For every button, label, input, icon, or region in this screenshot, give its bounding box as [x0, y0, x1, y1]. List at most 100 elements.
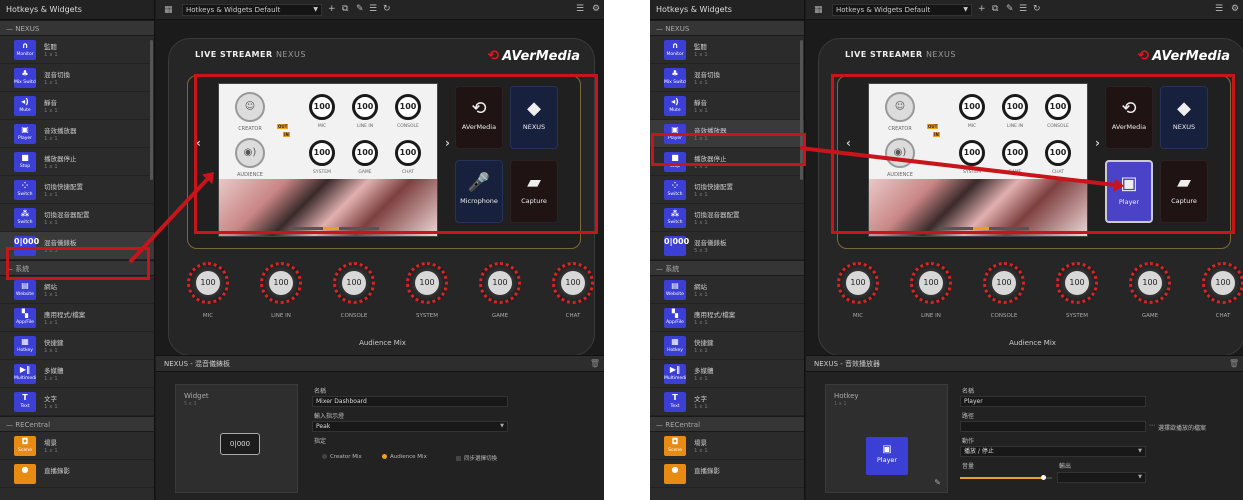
action-select[interactable]: 播放 / 停止 ▼ — [960, 446, 1146, 457]
sidebar-widget-item[interactable]: ▦ Hotkey 快捷鍵 1 x 1 — [650, 332, 804, 360]
sidebar-widget-item[interactable]: ∩ Monitor 監聽 1 x 1 — [0, 36, 154, 64]
settings-icon[interactable]: ⚙ — [592, 4, 600, 14]
sidebar-widget-item[interactable]: ◘ Scene 場景 1 x 1 — [0, 432, 154, 460]
sidebar-group-header[interactable]: — RECentral — [650, 416, 804, 432]
chevron-right-icon[interactable]: › — [1095, 136, 1100, 150]
hardware-volume-knob[interactable]: 100 — [406, 262, 448, 304]
hardware-volume-knob[interactable]: 100 — [479, 262, 521, 304]
name-field[interactable]: Player — [960, 396, 1146, 407]
add-icon[interactable]: + — [978, 4, 986, 14]
knob-channel-label: CHAT — [565, 313, 581, 319]
touch-key[interactable]: ◆ NEXUS — [1160, 86, 1208, 149]
profile-select[interactable]: Hotkeys & Widgets Default ▼ — [832, 4, 972, 16]
icon-glyph: 0|000 — [664, 237, 690, 246]
hardware-volume-knob[interactable]: 100 — [260, 262, 302, 304]
sidebar-scrollbar[interactable] — [800, 40, 803, 180]
touch-key[interactable]: ▣ Player — [1105, 160, 1153, 223]
sidebar-widget-item[interactable]: 0|000 混音儀錶板 5 x 3 — [0, 232, 154, 260]
audience-mix-radio[interactable]: Audience Mix — [382, 454, 427, 460]
sidebar-widget-item[interactable]: ⁂ Switch 切換混音器配置 1 x 1 — [0, 204, 154, 232]
touch-key[interactable]: ◆ NEXUS — [510, 86, 558, 149]
hardware-volume-knob[interactable]: 100 — [1056, 262, 1098, 304]
sync-checkbox[interactable]: 同步選擇切換 — [456, 454, 497, 462]
output-select[interactable]: ▼ — [1057, 472, 1146, 483]
sidebar-widget-item[interactable]: 0|000 混音儀錶板 5 x 3 — [650, 232, 804, 260]
hardware-volume-knob[interactable]: 100 — [1129, 262, 1171, 304]
sidebar-widget-item[interactable]: ◂) Mute 靜音 1 x 1 — [650, 92, 804, 120]
hardware-volume-knob[interactable]: 100 — [552, 262, 594, 304]
sidebar-widget-item[interactable]: ⁘ Switch 切換快捷配置 1 x 1 — [0, 176, 154, 204]
sidebar-widget-item[interactable]: ▚ App/File 應用程式/檔案 1 x 1 — [650, 304, 804, 332]
sidebar-widget-item[interactable]: ■ Stop 播放器停止 1 x 1 — [650, 148, 804, 176]
sidebar-group-header[interactable]: — 系統 — [650, 260, 804, 276]
sidebar-group-header[interactable]: — NEXUS — [0, 20, 154, 36]
duplicate-icon[interactable]: ⧉ — [992, 4, 998, 14]
path-field[interactable] — [960, 421, 1146, 432]
sidebar-widget-item[interactable]: ∩ Monitor 監聽 1 x 1 — [650, 36, 804, 64]
trash-icon[interactable]: 🗑 — [590, 356, 600, 372]
sidebar-widget-item[interactable]: ♣ Mix Switch 混音切換 1 x 1 — [650, 64, 804, 92]
list-icon[interactable]: ☰ — [1215, 4, 1223, 14]
list-icon[interactable]: ☰ — [576, 4, 584, 14]
chevron-left-icon[interactable]: ‹ — [846, 136, 851, 150]
chevron-right-icon[interactable]: › — [445, 136, 450, 150]
sidebar-group-header[interactable]: — 系統 — [0, 260, 154, 276]
pencil-icon[interactable]: ✎ — [934, 478, 941, 487]
input-indicator-select[interactable]: Peak ▼ — [312, 421, 508, 432]
import-icon[interactable]: ☰ — [369, 4, 377, 14]
edit-icon[interactable]: ✎ — [356, 4, 364, 14]
hardware-volume-knob[interactable]: 100 — [1202, 262, 1243, 304]
mixer-dashboard-screen[interactable]: ☺ CREATOR ◉) AUDIENCE OUT IN 100 MIC 100 LINE IN 1… — [218, 83, 438, 237]
sidebar-widget-item[interactable]: ▤ Website 網站 1 x 1 — [0, 276, 154, 304]
touch-key[interactable]: 🎤 Microphone — [455, 160, 503, 223]
touch-key[interactable]: ▰ Capture — [510, 160, 558, 223]
sidebar-widget-item[interactable]: ▣ Player 音效播放器 1 x 1 — [650, 120, 804, 148]
hardware-volume-knob[interactable]: 100 — [333, 262, 375, 304]
sidebar-widget-item[interactable]: ▶‖ Multimedia 多媒體1 x 1 — [650, 360, 804, 388]
refresh-icon[interactable]: ↻ — [1033, 4, 1041, 14]
edit-icon[interactable]: ✎ — [1006, 4, 1014, 14]
sidebar-widget-item[interactable]: ⁂ Switch 切換混音器配置 1 x 1 — [650, 204, 804, 232]
settings-icon[interactable]: ⚙ — [1231, 4, 1239, 14]
duplicate-icon[interactable]: ⧉ — [342, 4, 348, 14]
sidebar-group-header[interactable]: — RECentral — [0, 416, 154, 432]
chevron-left-icon[interactable]: ‹ — [196, 136, 201, 150]
sidebar-widget-item[interactable]: ◘ Scene 場景 1 x 1 — [650, 432, 804, 460]
sidebar-widget-item[interactable]: ▣ Player 音效播放器 1 x 1 — [0, 120, 154, 148]
knob-channel-label: GAME — [1141, 313, 1159, 319]
hardware-volume-knob[interactable]: 100 — [910, 262, 952, 304]
sidebar-widget-item[interactable]: ■ Stop 播放器停止 1 x 1 — [0, 148, 154, 176]
hardware-volume-knob[interactable]: 100 — [837, 262, 879, 304]
sidebar-widget-item[interactable]: ● 直播錄影 — [0, 460, 154, 488]
hardware-volume-knob[interactable]: 100 — [187, 262, 229, 304]
add-icon[interactable]: + — [328, 4, 336, 14]
import-icon[interactable]: ☰ — [1019, 4, 1027, 14]
sidebar-widget-item[interactable]: ▤ Website 網站 1 x 1 — [650, 276, 804, 304]
touch-key[interactable]: ▰ Capture — [1160, 160, 1208, 223]
radio-label: Creator Mix — [330, 454, 362, 460]
browse-button[interactable]: ⋯ — [1149, 422, 1155, 429]
sidebar-scrollbar[interactable] — [150, 40, 153, 180]
mixer-dashboard-screen[interactable]: ☺ CREATOR ◉) AUDIENCE OUT IN 100 MIC 100 LINE IN 1… — [868, 83, 1088, 237]
volume-slider[interactable] — [960, 475, 1052, 480]
sidebar-widget-item[interactable]: ♣ Mix Switch 混音切換 1 x 1 — [0, 64, 154, 92]
touch-key[interactable]: ⟲ AVerMedia — [455, 86, 503, 149]
sidebar-widget-item[interactable]: ⁘ Switch 切換快捷配置 1 x 1 — [650, 176, 804, 204]
sidebar-widget-item[interactable]: ▶‖ Multimedia 多媒體1 x 1 — [0, 360, 154, 388]
name-field[interactable]: Mixer Dashboard — [312, 396, 508, 407]
creator-mix-radio[interactable]: Creator Mix — [322, 454, 362, 460]
sidebar-widget-item[interactable]: ◂) Mute 靜音 1 x 1 — [0, 92, 154, 120]
widget-name: 切換快捷配置 — [694, 183, 733, 191]
touch-key[interactable]: ⟲ AVerMedia — [1105, 86, 1153, 149]
profile-select[interactable]: Hotkeys & Widgets Default ▼ — [182, 4, 322, 16]
sidebar-widget-item[interactable]: ▚ App/File 應用程式/檔案 1 x 1 — [0, 304, 154, 332]
sidebar-group-header[interactable]: — NEXUS — [650, 20, 804, 36]
volume-handle[interactable] — [1040, 475, 1046, 480]
hardware-volume-knob[interactable]: 100 — [983, 262, 1025, 304]
trash-icon[interactable]: 🗑 — [1229, 356, 1239, 372]
refresh-icon[interactable]: ↻ — [383, 4, 391, 14]
sidebar-widget-item[interactable]: ▦ Hotkey 快捷鍵 1 x 1 — [0, 332, 154, 360]
sidebar-widget-item[interactable]: T Text 文字 1 x 1 — [0, 388, 154, 416]
sidebar-widget-item[interactable]: ● 直播錄影 — [650, 460, 804, 488]
sidebar-widget-item[interactable]: T Text 文字 1 x 1 — [650, 388, 804, 416]
